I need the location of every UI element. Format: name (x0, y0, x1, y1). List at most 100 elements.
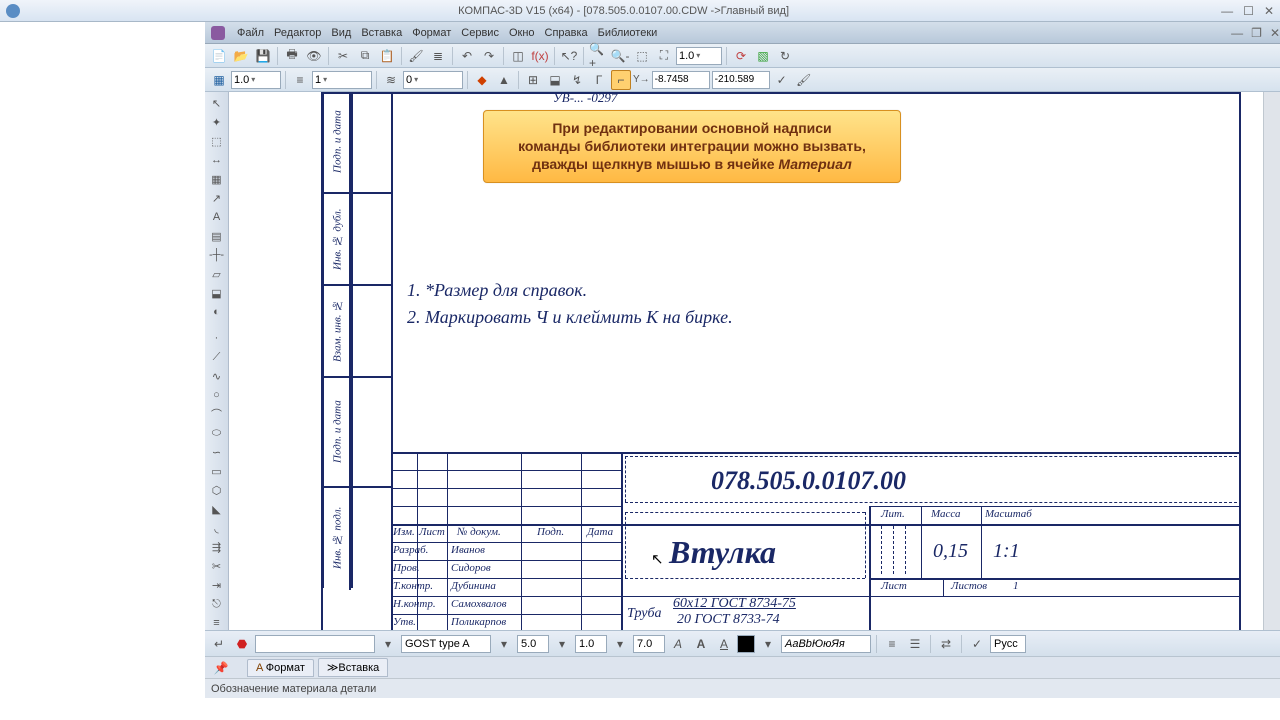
arrow-tool[interactable]: ↖ (207, 94, 227, 112)
tab-insert[interactable]: ≫Вставка (318, 658, 388, 677)
open-button[interactable]: 📂 (231, 46, 251, 66)
menu-format[interactable]: Формат (412, 27, 451, 39)
bold-button[interactable]: A (691, 634, 711, 654)
menu-file[interactable]: Файл (237, 27, 264, 39)
drop2[interactable]: ▾ (494, 634, 514, 654)
coord-x[interactable]: -8.7458 (652, 71, 710, 89)
pin-button[interactable]: 📌 (211, 658, 231, 678)
stop-button[interactable]: ⬣ (232, 634, 252, 654)
prop-field-1[interactable] (255, 635, 375, 653)
grid-button[interactable]: ⊞ (523, 70, 543, 90)
round-button[interactable]: ⌐ (611, 70, 631, 90)
scale-combo[interactable]: 1.0▾ (231, 71, 281, 89)
arc-tool[interactable]: ⌒ (207, 405, 227, 423)
ellipse-tool[interactable]: ⬭ (207, 424, 227, 442)
stamp-material-l2[interactable]: 20 ГОСТ 8733-74 (677, 612, 780, 628)
extend-tool[interactable]: ⇥ (207, 576, 227, 594)
print-button[interactable]: 🖶 (282, 46, 302, 66)
snaps-button[interactable]: ▦ (209, 70, 229, 90)
menu-service[interactable]: Сервис (461, 27, 499, 39)
stamp-listov-val[interactable]: 1 (1013, 580, 1019, 592)
help-context-button[interactable]: ↖? (559, 46, 579, 66)
save-button[interactable]: 💾 (253, 46, 273, 66)
stamp-material-pre[interactable]: Труба (627, 606, 662, 622)
snap-endpoint-icon[interactable]: ◆ (472, 70, 492, 90)
stamp-material-l1[interactable]: 60x12 ГОСТ 8734-75 (673, 596, 796, 612)
drop3[interactable]: ▾ (552, 634, 572, 654)
main-stamp[interactable]: Изм. Лист № докум. Подп. Дата Разраб. Ив… (391, 452, 1241, 652)
minimize-button[interactable]: — (1221, 4, 1233, 18)
rotate-button[interactable]: ⟳ (731, 46, 751, 66)
align-left-button[interactable]: ≡ (882, 634, 902, 654)
ref-tool[interactable]: ⬓ (207, 284, 227, 302)
zoom-combo[interactable]: 1.0▾ (676, 47, 722, 65)
new-button[interactable]: 📄 (209, 46, 229, 66)
zoom-fit-button[interactable]: ⛶ (654, 46, 674, 66)
offset-tool[interactable]: ⇶ (207, 538, 227, 556)
menu-view[interactable]: Вид (331, 27, 351, 39)
copy-button[interactable]: ⧉ (355, 46, 375, 66)
mdi-restore[interactable]: ❐ (1251, 26, 1262, 40)
ok-coord-button[interactable]: ✓ (772, 70, 792, 90)
drop5[interactable]: ▾ (758, 634, 778, 654)
stamp-mass-val[interactable]: 0,15 (933, 540, 968, 563)
redo-button[interactable]: ↷ (479, 46, 499, 66)
ortho-button[interactable]: ⬓ (545, 70, 565, 90)
style-combo[interactable]: 0▾ (403, 71, 463, 89)
lang-combo[interactable]: Русс (990, 635, 1026, 653)
param-button[interactable]: Γ (589, 70, 609, 90)
refresh-button[interactable]: ↻ (775, 46, 795, 66)
polyline-tool[interactable]: ∿ (207, 367, 227, 385)
snap-mid-icon[interactable]: ▲ (494, 70, 514, 90)
copy-props-button[interactable]: 🖌 (406, 46, 426, 66)
stamp-partname[interactable]: Втулка (669, 534, 776, 571)
variables-button[interactable]: f(x) (530, 46, 550, 66)
menu-help[interactable]: Справка (545, 27, 588, 39)
menu-window[interactable]: Окно (509, 27, 535, 39)
rect-tool[interactable]: ▭ (207, 462, 227, 480)
menu-edit[interactable]: Редактор (274, 27, 321, 39)
color-swatch[interactable] (737, 635, 755, 653)
hatch-tool[interactable]: ▦ (207, 170, 227, 188)
props-button[interactable]: ≣ (428, 46, 448, 66)
zoom-out-button[interactable]: 🔍- (610, 46, 630, 66)
symbol-tool[interactable]: ⬡ (207, 481, 227, 499)
fillet-tool[interactable]: ◟ (207, 519, 227, 537)
undo-button[interactable]: ↶ (457, 46, 477, 66)
size1[interactable]: 5.0 (517, 635, 549, 653)
line-tool[interactable]: ⟋ (207, 348, 227, 366)
select-tool[interactable]: ⬚ (207, 132, 227, 150)
menu-libs[interactable]: Библиотеки (598, 27, 658, 39)
axis-tool[interactable]: -┼- (207, 246, 227, 264)
cut-button[interactable]: ✂ (333, 46, 353, 66)
mdi-close[interactable]: ✕ (1270, 26, 1280, 40)
zoom-area-tool[interactable]: ✦ (207, 113, 227, 131)
close-button[interactable]: ✕ (1264, 4, 1274, 18)
brush-button[interactable]: 🖌 (794, 70, 814, 90)
list-button[interactable]: ☰ (905, 634, 925, 654)
spline-tool[interactable]: ∽ (207, 443, 227, 461)
weld-tool[interactable]: ◐ (207, 303, 227, 321)
vertical-scrollbar[interactable] (1263, 92, 1280, 652)
chamfer-tool[interactable]: ◣ (207, 500, 227, 518)
render-button[interactable]: ▧ (753, 46, 773, 66)
italic-button[interactable]: A (668, 634, 688, 654)
lcs-button[interactable]: ↯ (567, 70, 587, 90)
zoom-in-button[interactable]: 🔍+ (588, 46, 608, 66)
preview-button[interactable]: 👁 (304, 46, 324, 66)
enter-button[interactable]: ↵ (209, 634, 229, 654)
font-combo[interactable]: GOST type A (401, 635, 491, 653)
paste-button[interactable]: 📋 (377, 46, 397, 66)
stamp-code[interactable]: 078.505.0.0107.00 (711, 466, 906, 496)
drop1[interactable]: ▾ (378, 634, 398, 654)
layer-combo[interactable]: 1▾ (312, 71, 372, 89)
circle-tool[interactable]: ○ (207, 386, 227, 404)
rough-tool[interactable]: ▱ (207, 265, 227, 283)
menu-insert[interactable]: Вставка (361, 27, 402, 39)
dimension-tool[interactable]: ↔ (207, 151, 227, 169)
size3[interactable]: 7.0 (633, 635, 665, 653)
trim-tool[interactable]: ✂ (207, 557, 227, 575)
size2[interactable]: 1.0 (575, 635, 607, 653)
mdi-minimize[interactable]: — (1231, 26, 1243, 40)
linestyle-button[interactable]: ≋ (381, 70, 401, 90)
